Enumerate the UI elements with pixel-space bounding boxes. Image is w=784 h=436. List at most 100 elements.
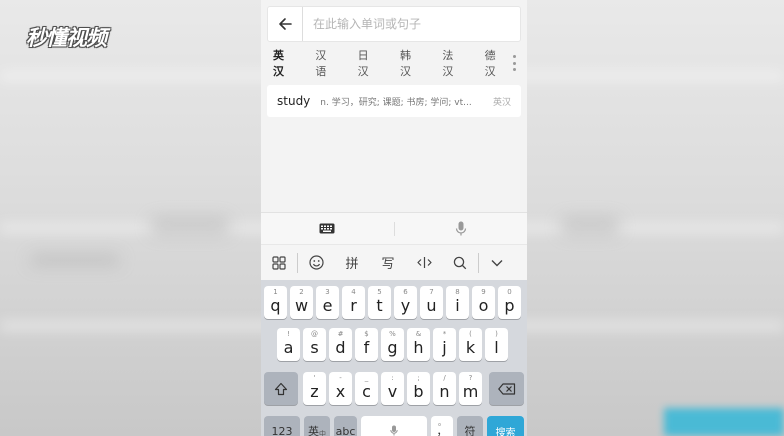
key-label: m — [462, 382, 479, 401]
cursor-button[interactable] — [406, 245, 442, 281]
tab-chinese[interactable]: 汉语 — [315, 47, 333, 79]
key-g[interactable]: % g — [381, 328, 404, 361]
key-sub-label: - — [339, 374, 342, 382]
key-sub-label: 6 — [403, 288, 408, 296]
key-i[interactable]: 8i — [446, 286, 469, 319]
key-l[interactable]: ) l — [485, 328, 508, 361]
phone-screen: 英汉 汉语 日汉 韩汉 法汉 德汉 study n. 学习，研究; 课题; 书房… — [261, 0, 527, 436]
key-label: j — [442, 338, 447, 357]
key-sub-label: 1 — [273, 288, 278, 296]
tab-french-chinese[interactable]: 法汉 — [442, 47, 460, 79]
key-sub-label: 4 — [351, 288, 356, 296]
key-label: g — [387, 338, 398, 357]
key-t[interactable]: 5t — [368, 286, 391, 319]
emoji-button[interactable] — [298, 245, 334, 281]
key-r[interactable]: 4r — [342, 286, 365, 319]
key-label: 123 — [271, 424, 293, 436]
tab-korean-chinese[interactable]: 韩汉 — [400, 47, 418, 79]
key-u[interactable]: 7u — [420, 286, 443, 319]
keyboard-icon — [319, 223, 335, 234]
key-y[interactable]: 6y — [394, 286, 417, 319]
tab-german-chinese[interactable]: 德汉 — [485, 47, 503, 79]
suggestion-item[interactable]: study n. 学习，研究; 课题; 书房; 学问; vt... 英汉 — [267, 85, 521, 117]
key-q[interactable]: 1q — [264, 286, 287, 319]
watermark-logo: 秒懂视频 — [22, 20, 144, 52]
language-switch-key[interactable]: 英中 — [304, 416, 330, 436]
key-label: i — [455, 296, 460, 315]
key-e[interactable]: 3e — [316, 286, 339, 319]
space-key[interactable] — [361, 416, 427, 436]
punctuation-key[interactable]: 。， — [431, 416, 453, 436]
background-blob — [560, 218, 620, 234]
key-label: l — [494, 338, 499, 357]
keyboard-toolbar: 拼 写 — [261, 244, 527, 280]
key-d[interactable]: # d — [329, 328, 352, 361]
key-m[interactable]: ? m — [459, 372, 482, 405]
keyboard-mode-button[interactable] — [261, 213, 394, 244]
key-label: 符 — [464, 425, 476, 436]
key-sub-label: ) — [495, 330, 498, 338]
key-label: v — [387, 382, 398, 401]
key-sub-label: & — [415, 330, 422, 338]
shift-key[interactable] — [264, 372, 298, 405]
tab-japanese-chinese[interactable]: 日汉 — [358, 47, 376, 79]
key-f[interactable]: $ f — [355, 328, 378, 361]
search-input[interactable] — [302, 7, 520, 41]
key-s[interactable]: @ s — [303, 328, 326, 361]
key-j[interactable]: * j — [433, 328, 456, 361]
key-label: o — [478, 296, 489, 315]
key-sub-label: # — [337, 330, 344, 338]
key-x[interactable]: -x — [329, 372, 352, 405]
key-label: r — [350, 296, 357, 315]
key-b[interactable]: ; b — [407, 372, 430, 405]
key-sub-label: % — [389, 330, 396, 338]
pinyin-button[interactable]: 拼 — [334, 245, 370, 281]
tab-english-chinese[interactable]: 英汉 — [273, 47, 291, 79]
shift-arrow-icon — [274, 382, 288, 395]
key-h[interactable]: & h — [407, 328, 430, 361]
abc-key[interactable]: abc — [334, 416, 357, 436]
key-label: f — [363, 338, 370, 357]
search-icon — [453, 256, 467, 269]
key-sub-label: 。 — [438, 418, 446, 427]
voice-input-button[interactable] — [395, 213, 528, 244]
suggestion-word: study — [277, 94, 311, 108]
backspace-icon — [497, 382, 515, 395]
key-k[interactable]: (k — [459, 328, 482, 361]
key-label: q — [270, 296, 281, 315]
key-c[interactable]: _ c — [355, 372, 378, 405]
key-w[interactable]: 2w — [290, 286, 313, 319]
search-submit-key[interactable]: 搜索 — [487, 416, 524, 436]
keyboard: 1q 2w 3e 4r 5t 6y 7u 8i 9o 0p ! a @ s # d $… — [261, 280, 527, 436]
grid-menu-button[interactable] — [261, 245, 297, 281]
key-label: w — [294, 296, 309, 315]
handwriting-button[interactable]: 写 — [370, 245, 406, 281]
key-a[interactable]: ! a — [277, 328, 300, 361]
language-tabs: 英汉 汉语 日汉 韩汉 法汉 德汉 — [267, 49, 521, 78]
key-v[interactable]: :v — [381, 372, 404, 405]
chevron-down-icon — [491, 259, 503, 266]
key-sub-label: ; — [417, 374, 420, 382]
key-p[interactable]: 0p — [498, 286, 521, 319]
numbers-key[interactable]: 123 — [264, 416, 300, 436]
key-sub-label: _ — [364, 374, 369, 382]
key-sub-label: ' — [313, 374, 316, 382]
keyboard-search-button[interactable] — [442, 245, 478, 281]
key-o[interactable]: 9o — [472, 286, 495, 319]
suggestion-dictionary-tag: 英汉 — [492, 97, 511, 108]
symbols-key[interactable]: 符 — [457, 416, 483, 436]
key-label: 英 — [308, 425, 319, 436]
key-label: x — [335, 382, 346, 401]
key-n[interactable]: / n — [433, 372, 456, 405]
back-arrow-icon[interactable] — [268, 7, 302, 41]
key-sub-label: 0 — [507, 288, 512, 296]
key-label: h — [413, 338, 424, 357]
collapse-keyboard-button[interactable] — [479, 245, 515, 281]
background-blob — [30, 255, 120, 265]
key-sub-label: 9 — [481, 288, 486, 296]
key-z[interactable]: ' z — [303, 372, 326, 405]
backspace-key[interactable] — [489, 372, 524, 405]
key-label: 搜索 — [495, 427, 516, 436]
search-bar — [267, 6, 521, 42]
more-vertical-icon[interactable] — [511, 55, 517, 71]
